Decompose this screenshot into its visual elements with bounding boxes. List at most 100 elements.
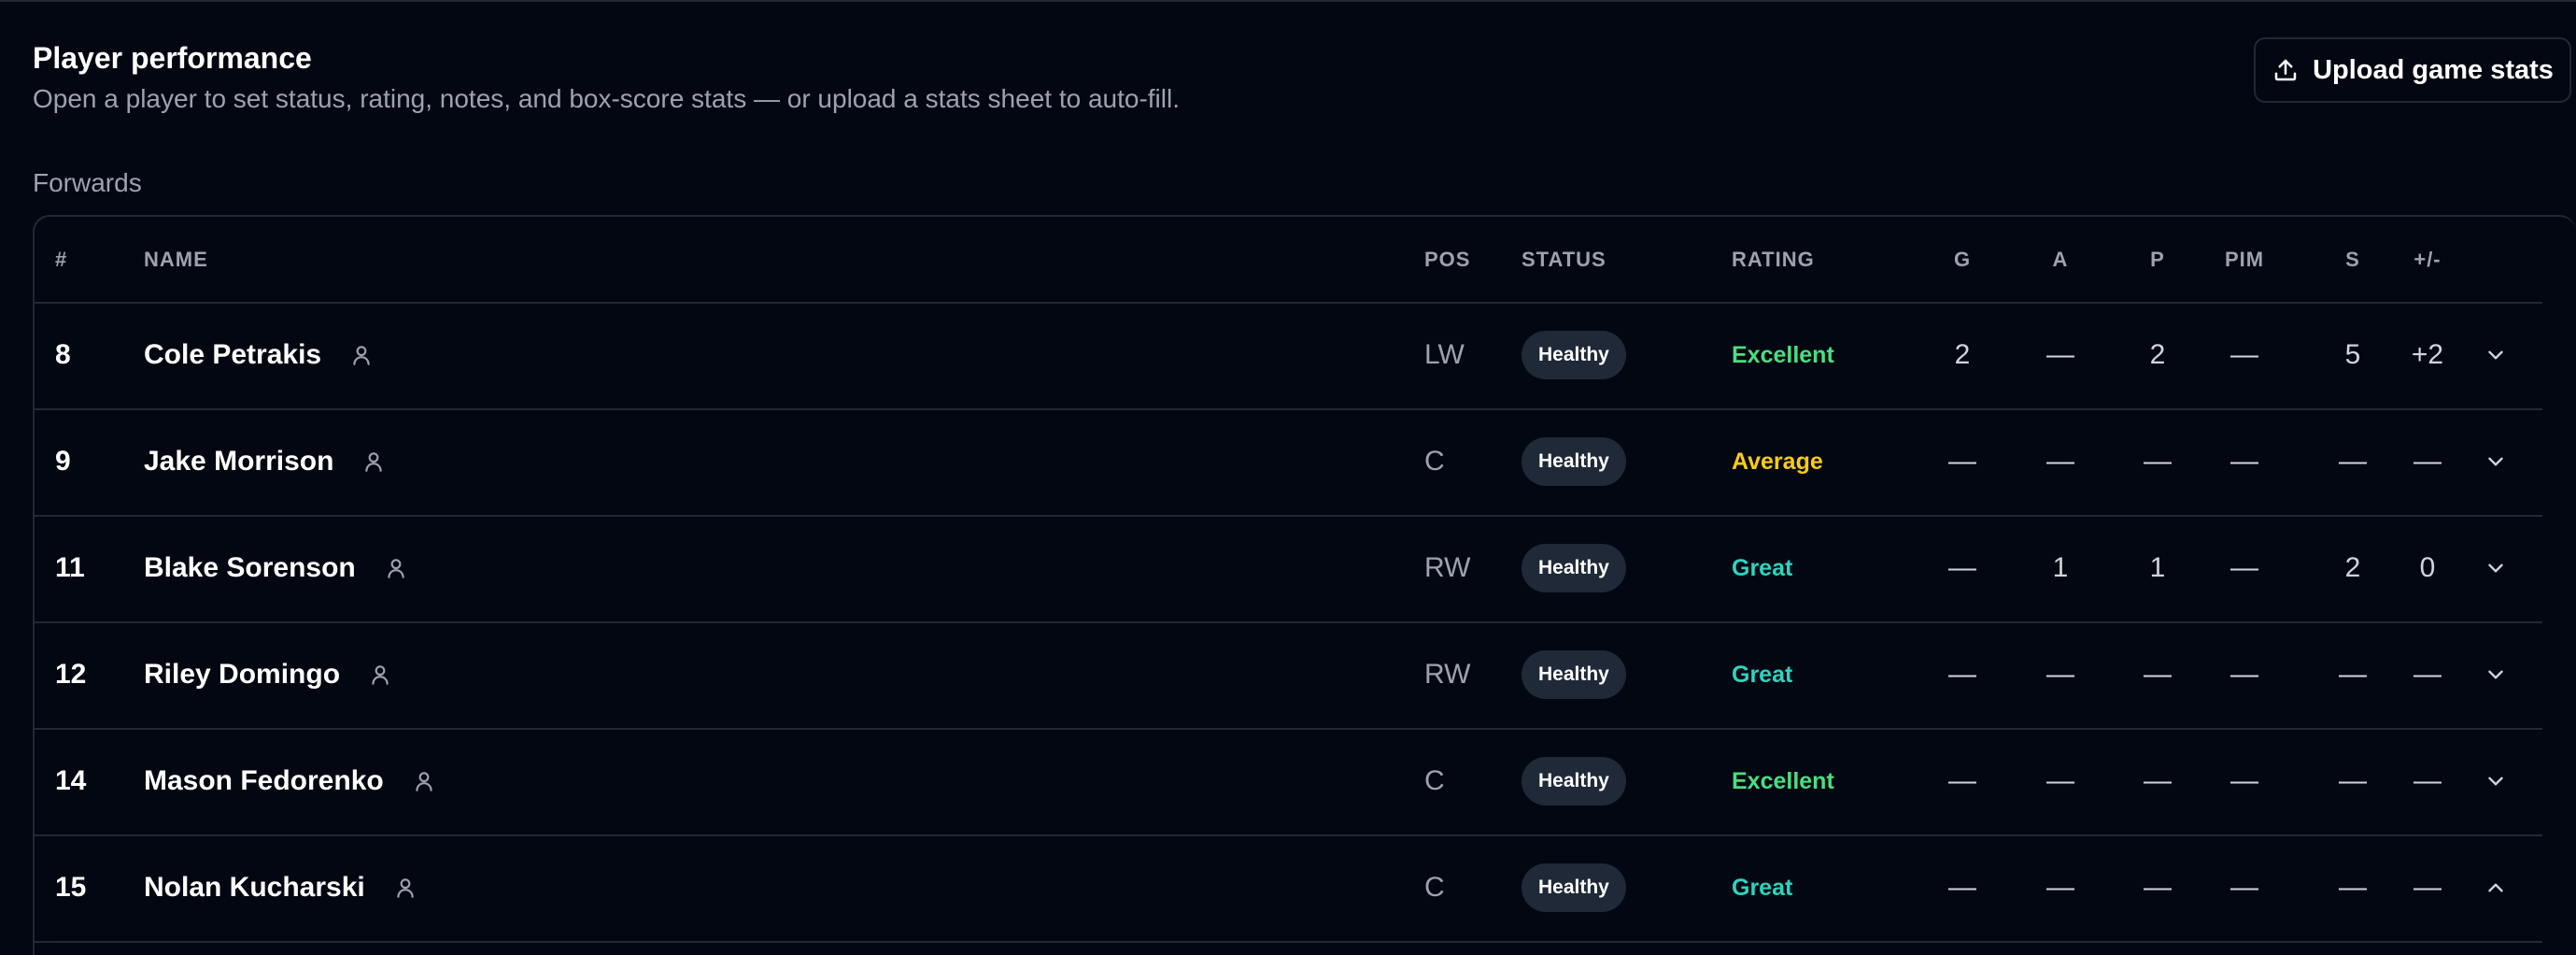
expand-row-button[interactable] xyxy=(2472,515,2519,621)
stat-plus-minus: — xyxy=(2413,659,2442,690)
stat-assists: — xyxy=(2046,339,2074,370)
stat-assists: — xyxy=(2046,765,2074,796)
user-icon xyxy=(372,665,389,685)
stat-points: — xyxy=(2144,659,2172,690)
stat-pim: — xyxy=(2230,872,2258,903)
player-position: RW xyxy=(1424,659,1471,690)
status-cell: Healthy xyxy=(1522,728,1626,834)
status-badge: Healthy xyxy=(1522,331,1626,379)
player-name: Blake Sorenson xyxy=(144,552,356,583)
status-badge: Healthy xyxy=(1522,544,1626,592)
player-name-cell[interactable]: Mason Fedorenko xyxy=(144,728,436,834)
player-row[interactable]: 11 Blake Sorenson RW Healthy Great —1 1—2 0 xyxy=(35,515,2542,623)
status-cell: Healthy xyxy=(1522,408,1626,515)
expand-row-button[interactable] xyxy=(2472,408,2519,515)
stat-shots: 2 xyxy=(2344,552,2361,583)
stat-plus-minus: — xyxy=(2413,872,2442,903)
stat-plus-minus: — xyxy=(2413,446,2442,477)
player-rating: Average xyxy=(1732,448,1823,475)
player-number: 14 xyxy=(55,765,87,796)
stat-goals: — xyxy=(1948,552,1976,583)
column-header-number: # xyxy=(55,248,68,271)
user-icon xyxy=(365,452,383,472)
player-rating: Great xyxy=(1732,554,1793,581)
forwards-table: # NAME POS STATUS RATING G A P PIM S +/-… xyxy=(33,215,2576,955)
stat-pim: — xyxy=(2230,339,2258,370)
stat-goals: 2 xyxy=(1954,339,1971,370)
expand-row-button[interactable] xyxy=(2472,621,2519,728)
chevron-down-icon xyxy=(2488,350,2503,360)
stat-points: — xyxy=(2144,872,2172,903)
status-cell: Healthy xyxy=(1522,621,1626,728)
column-header-assists: A xyxy=(2052,248,2069,271)
stat-points: 2 xyxy=(2149,339,2166,370)
chevron-up-icon xyxy=(2488,883,2503,892)
page-title: Player performance xyxy=(33,41,312,75)
player-row[interactable]: 14 Mason Fedorenko C Healthy Excellent — — — — — — xyxy=(35,728,2542,836)
player-rating: Excellent xyxy=(1732,767,1834,794)
player-name-cell[interactable]: Cole Petrakis xyxy=(144,302,374,408)
stat-assists: — xyxy=(2046,872,2074,903)
panel-header: Player performance Open a player to set … xyxy=(33,37,2567,118)
stat-goals: — xyxy=(1948,446,1976,477)
player-number: 8 xyxy=(55,339,71,370)
player-name-cell[interactable]: Riley Domingo xyxy=(144,621,392,728)
player-row[interactable]: 9 Jake Morrison C Healthy Average — — — — — — xyxy=(35,408,2542,517)
player-name: Jake Morrison xyxy=(144,446,334,477)
player-position: RW xyxy=(1424,552,1471,583)
stat-goals: — xyxy=(1948,872,1976,903)
player-row[interactable]: 15 Nolan Kucharski C Healthy Great — — — — — — xyxy=(35,834,2542,943)
player-number: 12 xyxy=(55,659,87,690)
chevron-down-icon xyxy=(2488,457,2503,466)
stat-points: — xyxy=(2144,765,2172,796)
expand-row-button[interactable] xyxy=(2472,302,2519,408)
user-icon xyxy=(397,878,414,898)
stat-shots: — xyxy=(2339,765,2367,796)
stat-pim: — xyxy=(2230,765,2258,796)
player-name: Nolan Kucharski xyxy=(144,872,365,903)
player-name-cell[interactable]: Nolan Kucharski xyxy=(144,834,418,941)
player-performance-panel: Player performance Open a player to set … xyxy=(0,0,2576,955)
player-position: LW xyxy=(1424,339,1465,370)
stat-pim: — xyxy=(2230,446,2258,477)
player-number: 11 xyxy=(55,552,85,583)
status-cell: Healthy xyxy=(1522,834,1626,941)
table-header-row: # NAME POS STATUS RATING G A P PIM S +/- xyxy=(35,217,2542,304)
stat-shots: — xyxy=(2339,872,2367,903)
stat-shots: — xyxy=(2339,659,2367,690)
stat-goals: — xyxy=(1948,765,1976,796)
stat-plus-minus: — xyxy=(2413,765,2442,796)
stat-assists: — xyxy=(2046,659,2074,690)
player-position: C xyxy=(1424,446,1445,477)
column-header-points: P xyxy=(2150,248,2165,271)
player-rating: Great xyxy=(1732,661,1793,688)
status-badge: Healthy xyxy=(1522,650,1626,699)
player-rating: Great xyxy=(1732,874,1793,901)
stat-shots: 5 xyxy=(2344,339,2361,370)
chevron-down-icon xyxy=(2488,777,2503,786)
player-number: 9 xyxy=(55,446,71,477)
upload-button-label: Upload game stats xyxy=(2313,54,2554,85)
status-badge: Healthy xyxy=(1522,757,1626,805)
user-icon xyxy=(416,772,432,791)
expand-row-button[interactable] xyxy=(2472,728,2519,834)
stat-plus-minus: 0 xyxy=(2419,552,2436,583)
stat-shots: — xyxy=(2339,446,2367,477)
collapse-row-button[interactable] xyxy=(2472,834,2519,941)
player-row[interactable]: 8 Cole Petrakis LW Healthy Excellent 2 — 2 — 5 +2 xyxy=(35,302,2542,410)
player-name: Mason Fedorenko xyxy=(144,765,384,796)
column-header-name: NAME xyxy=(144,248,208,271)
player-name-cell[interactable]: Jake Morrison xyxy=(144,408,386,515)
user-icon xyxy=(353,346,370,365)
chevron-down-icon xyxy=(2488,563,2503,573)
player-position: C xyxy=(1424,765,1445,796)
upload-icon xyxy=(2274,59,2297,81)
column-header-rating: RATING xyxy=(1732,248,1815,271)
column-header-shots: S xyxy=(2345,248,2360,271)
player-name-cell[interactable]: Blake Sorenson xyxy=(144,515,408,621)
status-cell: Healthy xyxy=(1522,515,1626,621)
player-row[interactable]: 12 Riley Domingo RW Healthy Great — — — — — — xyxy=(35,621,2542,730)
column-header-status: STATUS xyxy=(1522,248,1606,271)
upload-game-stats-button[interactable]: Upload game stats xyxy=(2254,37,2571,103)
status-badge: Healthy xyxy=(1522,863,1626,912)
